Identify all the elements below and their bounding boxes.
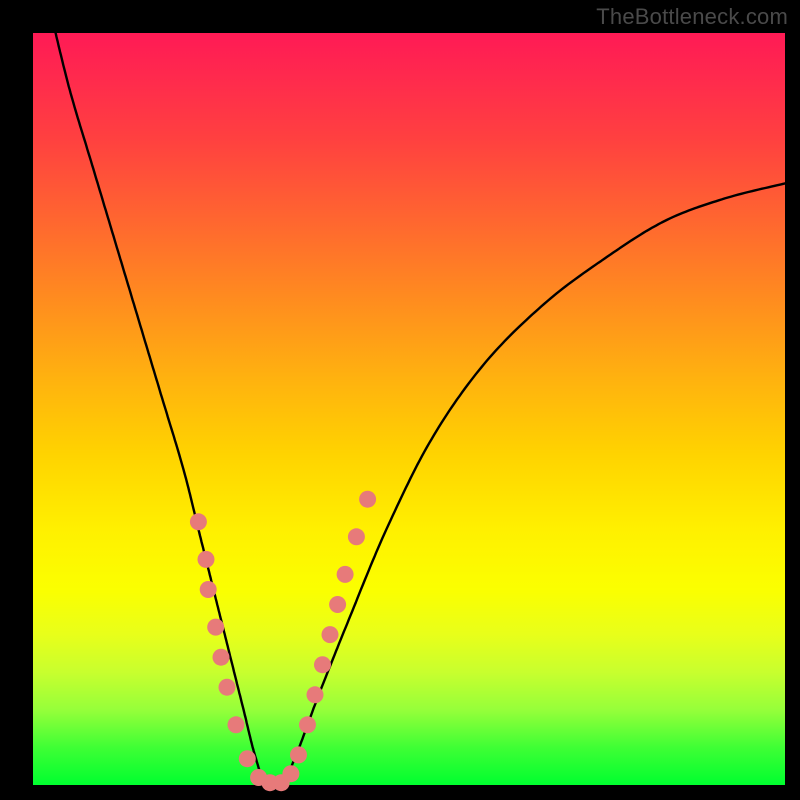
plot-area bbox=[33, 33, 785, 785]
watermark-text: TheBottleneck.com bbox=[596, 4, 788, 30]
chart-frame: TheBottleneck.com bbox=[0, 0, 800, 800]
